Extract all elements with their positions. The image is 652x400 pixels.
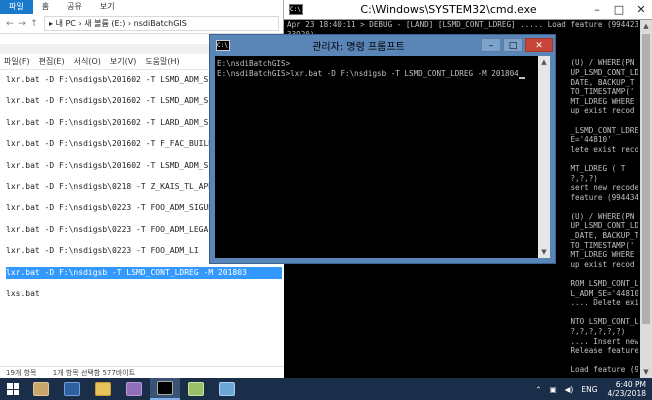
taskbar: ⌃ ▣ ◀) ENG 6:40 PM 4/23/2018 <box>0 378 652 400</box>
console-line-2: E:\nsdiBatchGIS>lxr.bat -D F:\nsdigsb -T… <box>217 69 519 78</box>
windows-logo-icon <box>7 383 19 395</box>
admin-command-prompt-window[interactable]: C:\ 관리자: 명령 프롬프트 – □ ✕ E:\nsdiBatchGIS> … <box>209 34 556 264</box>
forward-arrow-icon[interactable]: → <box>16 19 28 29</box>
admin-cmd-scrollbar[interactable]: ▲ ▼ <box>538 56 550 258</box>
text-line[interactable]: lxs.bat <box>6 288 284 309</box>
address-bar-row: ← → ↑ ▸ 내 PC › 새 볼륨 (E:) › nsdiBatchGIS <box>0 14 283 34</box>
folder-icon <box>95 382 111 396</box>
maximize-button[interactable]: □ <box>503 38 523 52</box>
cmd-icon <box>157 381 173 395</box>
console-output-line: .... Insert new recode <box>287 336 638 346</box>
clock-time: 6:40 PM <box>615 380 646 389</box>
tab-file[interactable]: 파일 <box>0 0 33 14</box>
explorer-ribbon: 파일 홈 공유 보기 <box>0 0 283 14</box>
tab-share[interactable]: 공유 <box>58 0 91 14</box>
background-cmd-scrollbar[interactable]: ▲ ▼ <box>640 20 652 378</box>
breadcrumb-volume[interactable]: 새 볼륨 (E:) <box>84 19 125 28</box>
taskbar-app-remote-desktop[interactable] <box>212 378 242 400</box>
console-output-line: .... Delete exist recod <box>287 298 638 308</box>
menu-edit[interactable]: 편집(E) <box>39 56 65 67</box>
desktop: C:\ C:\Windows\SYSTEM32\cmd.exe – □ ✕ Ap… <box>0 0 652 400</box>
console-output-line: ROM LSMD_CONT_LDREG WHE <box>287 279 638 289</box>
taskbar-app-cmd[interactable] <box>150 378 180 400</box>
console-output-line: ?,?,?,?,?,?) <box>287 327 626 336</box>
status-item-count: 19개 항목 <box>6 369 37 377</box>
console-output-line: Load feature (994435/12 <box>287 365 638 375</box>
close-button[interactable]: ✕ <box>630 2 652 18</box>
console-output-line: Release feature (994435/12 <box>570 346 638 356</box>
scrollbar-thumb[interactable] <box>642 34 650 324</box>
taskbar-app-powershell[interactable] <box>57 378 87 400</box>
maximize-button[interactable]: □ <box>608 2 630 18</box>
console-output-line: L_ADM_SE='44810' <box>287 288 638 298</box>
language-indicator[interactable]: ENG <box>581 385 597 394</box>
tab-home[interactable]: 홈 <box>33 0 58 14</box>
minimize-button[interactable]: – <box>586 2 608 18</box>
up-arrow-icon[interactable]: ↑ <box>28 19 40 29</box>
clock[interactable]: 6:40 PM 4/23/2018 <box>608 380 646 398</box>
tab-view[interactable]: 보기 <box>91 0 124 14</box>
console-line-1: E:\nsdiBatchGIS> <box>217 59 291 68</box>
notepad-icon <box>188 382 204 396</box>
back-arrow-icon[interactable]: ← <box>4 19 16 29</box>
scroll-up-arrow-icon[interactable]: ▲ <box>640 20 652 32</box>
close-button[interactable]: ✕ <box>525 38 553 52</box>
chevron-up-icon[interactable]: ⌃ <box>535 385 541 394</box>
explorer-status-bar: 19개 항목 1개 항목 선택함 577바이트 <box>0 366 284 378</box>
system-tray: ⌃ ▣ ◀) ENG 6:40 PM 4/23/2018 <box>531 378 652 400</box>
console-output-line: NTO LSMD_CONT_LDREG ( T <box>287 317 638 327</box>
scroll-down-arrow-icon[interactable]: ▼ <box>538 246 550 258</box>
remote-desktop-icon <box>219 382 235 396</box>
console-output-line: Apr 23 18:40:11 > DEBUG - [LAND] [LSMD_C… <box>287 20 638 29</box>
taskbar-app-file-explorer[interactable] <box>88 378 118 400</box>
cmd-icon: C:\ <box>289 4 303 15</box>
menu-format[interactable]: 서식(O) <box>74 56 101 67</box>
minimize-button[interactable]: – <box>481 38 501 52</box>
breadcrumb-this-pc[interactable]: 내 PC <box>56 19 76 28</box>
menu-file[interactable]: 파일(F) <box>4 56 30 67</box>
volume-icon[interactable]: ◀) <box>565 385 574 394</box>
status-selection: 1개 항목 선택함 577바이트 <box>52 369 136 377</box>
taskbar-app-notepad[interactable] <box>181 378 211 400</box>
network-icon[interactable]: ▣ <box>550 385 557 394</box>
start-button[interactable] <box>0 378 26 400</box>
admin-cmd-titlebar[interactable]: C:\ 관리자: 명령 프롬프트 – □ ✕ <box>210 35 555 55</box>
database-icon <box>126 382 142 396</box>
folder-icon: ▸ <box>49 19 54 28</box>
menu-help[interactable]: 도움말(H) <box>145 56 179 67</box>
menu-view[interactable]: 보기(V) <box>110 56 136 67</box>
scroll-down-arrow-icon[interactable]: ▼ <box>640 366 652 378</box>
text-cursor <box>518 77 525 79</box>
taskbar-app-server-manager[interactable] <box>26 378 56 400</box>
background-cmd-titlebar[interactable]: C:\ C:\Windows\SYSTEM32\cmd.exe – □ ✕ <box>283 0 652 20</box>
address-path[interactable]: ▸ 내 PC › 새 볼륨 (E:) › nsdiBatchGIS <box>44 16 279 31</box>
admin-cmd-title: 관리자: 명령 프롬프트 <box>312 41 405 53</box>
breadcrumb-folder[interactable]: nsdiBatchGIS <box>134 19 187 28</box>
cmd-icon: C:\ <box>216 39 230 51</box>
server-manager-icon <box>33 382 49 396</box>
selected-text-line[interactable]: lxr.bat -D F:\nsdigsb -T LSMD_CONT_LDREG… <box>6 266 282 279</box>
taskbar-app-database[interactable] <box>119 378 149 400</box>
background-cmd-title: C:\Windows\SYSTEM32\cmd.exe <box>360 3 537 16</box>
powershell-icon <box>64 382 80 396</box>
admin-cmd-console[interactable]: E:\nsdiBatchGIS> E:\nsdiBatchGIS>lxr.bat… <box>215 56 538 258</box>
clock-date: 4/23/2018 <box>607 389 646 398</box>
scroll-up-arrow-icon[interactable]: ▲ <box>538 56 550 68</box>
